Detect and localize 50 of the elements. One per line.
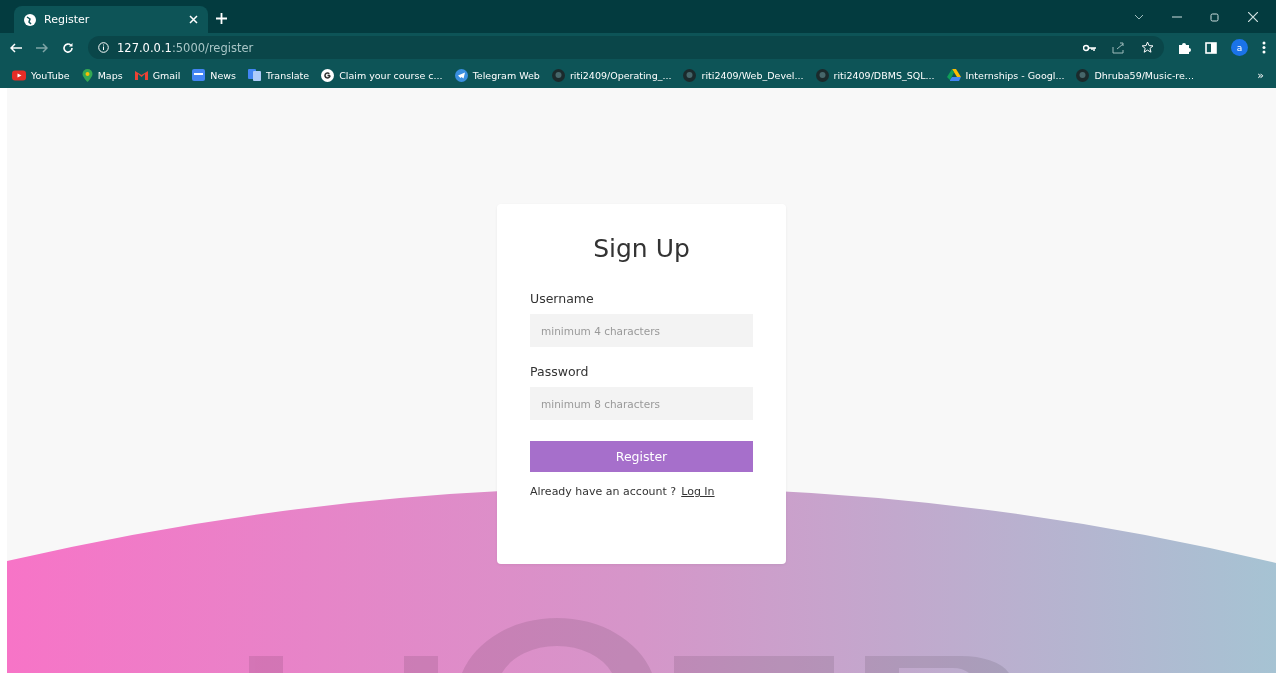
newspaper-icon xyxy=(192,69,206,81)
mail-icon xyxy=(134,70,148,80)
profile-avatar[interactable]: a xyxy=(1231,39,1248,56)
address-bar-url[interactable]: 127.0.0.1:5000/register xyxy=(117,40,254,55)
form-title: Sign Up xyxy=(593,234,690,263)
forward-arrow-icon[interactable] xyxy=(36,42,48,53)
bookmark-link[interactable]: Gmail xyxy=(134,69,181,81)
restore-icon[interactable] xyxy=(1210,11,1220,22)
close-icon[interactable] xyxy=(189,15,198,24)
bookmark-link[interactable]: Internships - Googl... xyxy=(946,69,1065,81)
browser-tab[interactable]: Register xyxy=(14,6,208,33)
more-bookmarks-button[interactable]: » xyxy=(1257,68,1264,82)
account-prompt: Already have an account ? xyxy=(530,485,677,498)
key-icon[interactable] xyxy=(1083,43,1096,52)
share-icon[interactable] xyxy=(1112,41,1125,54)
bookmark-link[interactable]: News xyxy=(192,69,237,81)
map-pin-icon xyxy=(81,68,93,82)
bookmark-link[interactable]: Translate xyxy=(248,69,310,81)
field-label: Username xyxy=(530,291,595,306)
minimize-icon[interactable] xyxy=(1172,15,1182,18)
register-button[interactable]: Register xyxy=(530,441,753,472)
puzzle-icon[interactable] xyxy=(1178,41,1191,54)
bookmark-link[interactable]: riti2409/Operating_... xyxy=(551,68,672,82)
plus-icon[interactable] xyxy=(216,13,227,24)
bookmark-link[interactable]: Maps xyxy=(81,68,123,82)
bookmark-link[interactable]: riti2409/Web_Devel... xyxy=(683,68,804,82)
close-window-icon[interactable] xyxy=(1248,11,1258,22)
bookmark-link[interactable]: Telegram Web xyxy=(454,68,540,82)
circle-g-icon xyxy=(321,68,335,82)
bookmark-link[interactable]: Dhruba59/Music-re... xyxy=(1076,68,1194,82)
back-arrow-icon[interactable] xyxy=(10,42,22,53)
bookmark-link[interactable]: YouTube xyxy=(12,69,70,81)
star-icon[interactable] xyxy=(1141,41,1154,54)
chevron-down-icon[interactable] xyxy=(1134,13,1144,20)
bookmark-link[interactable]: Claim your course c... xyxy=(321,68,443,82)
field-label: Password xyxy=(530,364,590,379)
translate-icon xyxy=(248,69,262,81)
tab-title: Register xyxy=(44,13,91,26)
play-icon xyxy=(12,69,26,81)
login-link[interactable]: Log In xyxy=(681,485,715,498)
reload-icon[interactable] xyxy=(62,41,74,54)
paper-plane-icon xyxy=(454,68,468,82)
triangle-icon xyxy=(946,69,961,81)
side-panel-icon[interactable] xyxy=(1205,41,1217,54)
info-icon[interactable] xyxy=(98,42,109,53)
globe-icon xyxy=(24,13,36,26)
input-field[interactable]: minimum 8 characters xyxy=(530,387,753,420)
bookmark-link[interactable]: riti2409/DBMS_SQL... xyxy=(815,68,935,82)
more-vertical-icon[interactable] xyxy=(1262,41,1266,54)
input-field[interactable]: minimum 4 characters xyxy=(530,314,753,347)
